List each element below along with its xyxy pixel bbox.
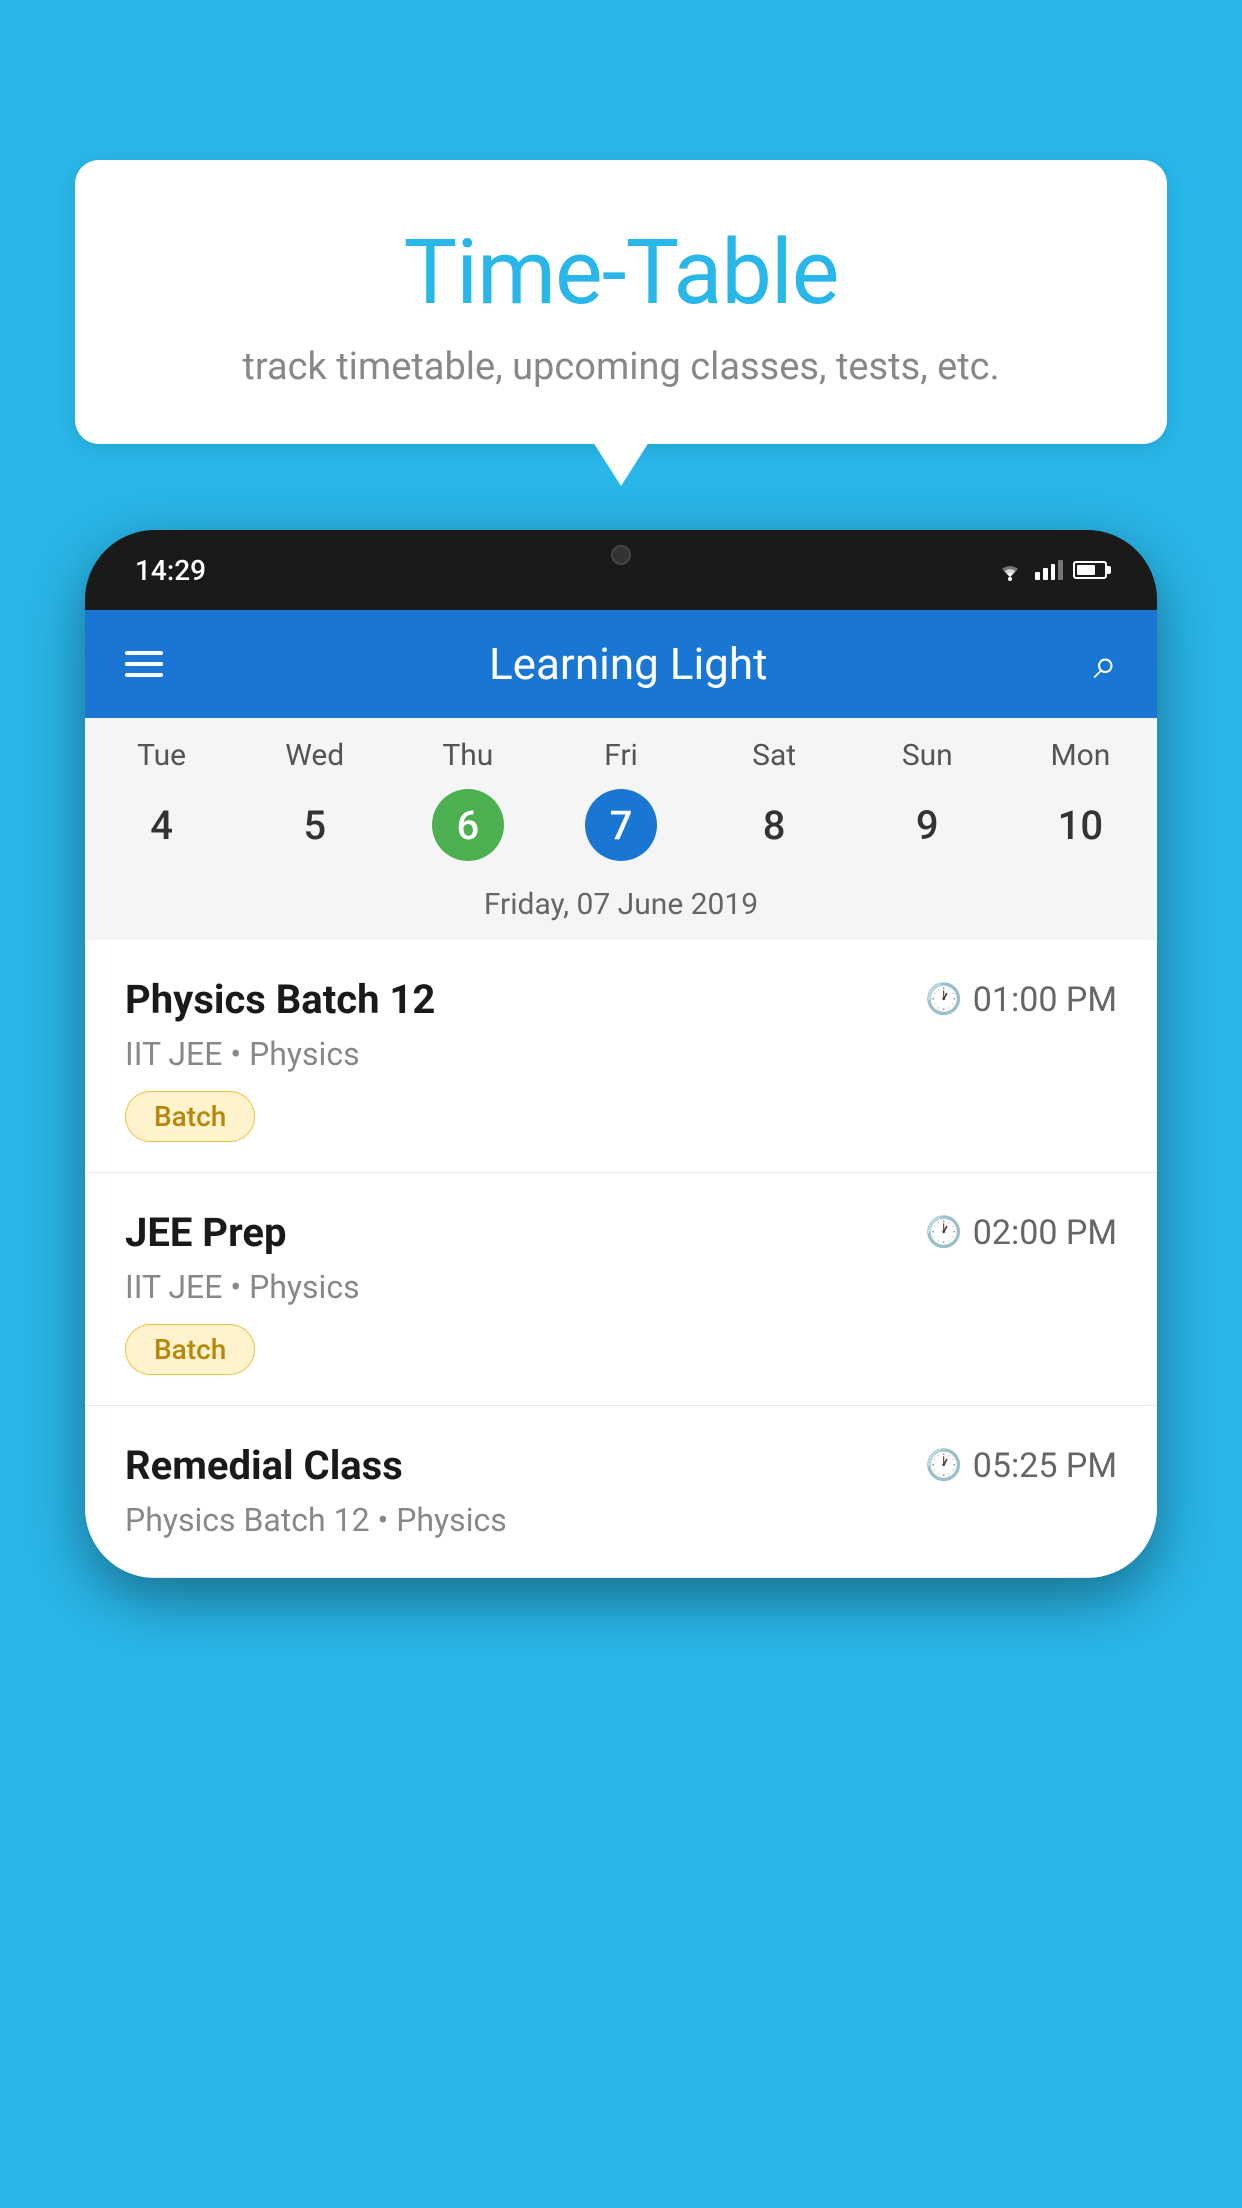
- schedule-item-1-time: 🕐 01:00 PM: [925, 980, 1117, 1020]
- status-time: 14:29: [135, 554, 206, 587]
- date-6[interactable]: 6: [391, 789, 544, 861]
- date-8[interactable]: 8: [698, 789, 851, 861]
- calendar-section: Tue Wed Thu Fri Sat Sun Mon 4 5 6 7 8 9 …: [85, 718, 1157, 940]
- date-selected-circle[interactable]: 7: [585, 789, 657, 861]
- camera: [611, 545, 631, 565]
- schedule-item-2-title: JEE Prep: [125, 1209, 286, 1256]
- page-subtitle: track timetable, upcoming classes, tests…: [125, 345, 1117, 389]
- day-wed: Wed: [238, 738, 391, 773]
- wifi-icon: [995, 559, 1025, 581]
- schedule-item-1-header: Physics Batch 12 🕐 01:00 PM: [125, 976, 1117, 1023]
- time-label-2: 02:00 PM: [973, 1213, 1117, 1253]
- day-thu: Thu: [391, 738, 544, 773]
- day-mon: Mon: [1004, 738, 1157, 773]
- date-today-circle[interactable]: 6: [432, 789, 504, 861]
- time-label-1: 01:00 PM: [973, 980, 1117, 1020]
- schedule-item-3-title: Remedial Class: [125, 1442, 403, 1489]
- status-bar: 14:29: [85, 530, 1157, 610]
- batch-tag-2: Batch: [125, 1324, 255, 1375]
- schedule-item-3-header: Remedial Class 🕐 05:25 PM: [125, 1442, 1117, 1489]
- date-9[interactable]: 9: [851, 789, 1004, 861]
- date-5[interactable]: 5: [238, 789, 391, 861]
- day-sat: Sat: [698, 738, 851, 773]
- battery-fill: [1077, 565, 1095, 575]
- search-icon[interactable]: ⌕: [1093, 640, 1117, 689]
- date-4[interactable]: 4: [85, 789, 238, 861]
- status-icons: [995, 559, 1107, 581]
- phone-notch: [561, 530, 681, 580]
- dates-row: 4 5 6 7 8 9 10: [85, 781, 1157, 877]
- schedule-item-3[interactable]: Remedial Class 🕐 05:25 PM Physics Batch …: [85, 1406, 1157, 1578]
- schedule-item-1-subtitle: IIT JEE • Physics: [125, 1035, 1117, 1073]
- date-10[interactable]: 10: [1004, 789, 1157, 861]
- schedule-item-2-header: JEE Prep 🕐 02:00 PM: [125, 1209, 1117, 1256]
- page-title: Time-Table: [125, 220, 1117, 325]
- day-sun: Sun: [851, 738, 1004, 773]
- batch-tag-1: Batch: [125, 1091, 255, 1142]
- phone-mockup: 14:29: [85, 530, 1157, 1578]
- days-header: Tue Wed Thu Fri Sat Sun Mon: [85, 718, 1157, 781]
- day-tue: Tue: [85, 738, 238, 773]
- schedule-item-2-time: 🕐 02:00 PM: [925, 1213, 1117, 1253]
- menu-icon[interactable]: [125, 651, 163, 677]
- date-7[interactable]: 7: [544, 789, 697, 861]
- clock-icon-2: 🕐: [925, 1215, 962, 1250]
- signal-icon: [1035, 560, 1063, 580]
- schedule-list: Physics Batch 12 🕐 01:00 PM IIT JEE • Ph…: [85, 940, 1157, 1578]
- app-header: Learning Light ⌕: [85, 610, 1157, 718]
- clock-icon-3: 🕐: [925, 1448, 962, 1483]
- day-fri: Fri: [544, 738, 697, 773]
- schedule-item-2[interactable]: JEE Prep 🕐 02:00 PM IIT JEE • Physics Ba…: [85, 1173, 1157, 1406]
- app-title: Learning Light: [489, 638, 768, 690]
- schedule-item-3-time: 🕐 05:25 PM: [925, 1446, 1117, 1486]
- schedule-item-1-title: Physics Batch 12: [125, 976, 435, 1023]
- schedule-item-2-subtitle: IIT JEE • Physics: [125, 1268, 1117, 1306]
- schedule-item-3-subtitle: Physics Batch 12 • Physics: [125, 1501, 1117, 1539]
- speech-bubble-container: Time-Table track timetable, upcoming cla…: [75, 160, 1167, 444]
- selected-date-label: Friday, 07 June 2019: [85, 877, 1157, 940]
- speech-bubble: Time-Table track timetable, upcoming cla…: [75, 160, 1167, 444]
- clock-icon-1: 🕐: [925, 982, 962, 1017]
- schedule-item-1[interactable]: Physics Batch 12 🕐 01:00 PM IIT JEE • Ph…: [85, 940, 1157, 1173]
- battery-icon: [1073, 561, 1107, 579]
- phone-body: 14:29: [85, 530, 1157, 1578]
- time-label-3: 05:25 PM: [973, 1446, 1117, 1486]
